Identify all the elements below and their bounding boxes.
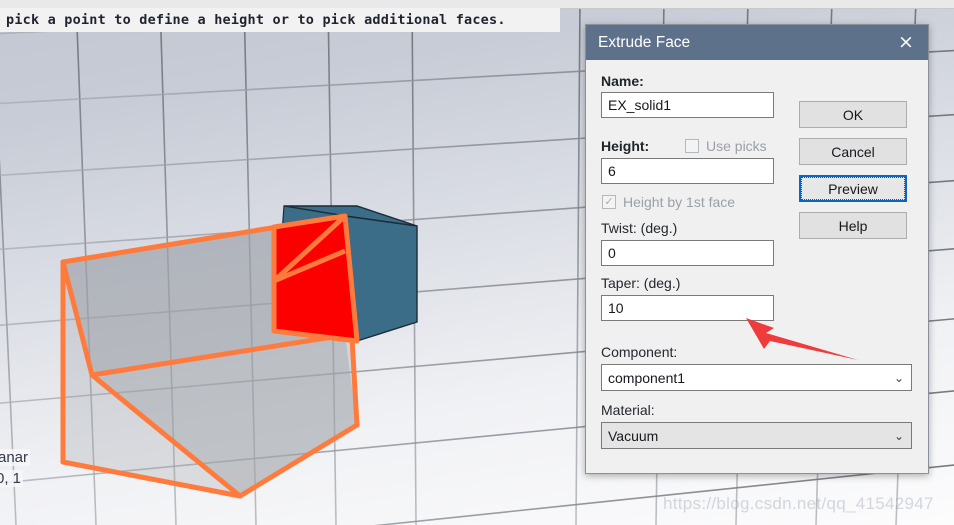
component-value: component1	[608, 369, 686, 386]
twist-label: Twist: (deg.)	[601, 220, 678, 236]
material-dropdown[interactable]: Vacuum ⌄	[601, 422, 912, 449]
red-selected-face	[271, 213, 360, 344]
material-value: Vacuum	[608, 427, 659, 444]
checkbox-checked-icon: ✓	[602, 195, 616, 209]
preview-button[interactable]: Preview	[799, 175, 907, 202]
taper-input[interactable]: 10	[601, 295, 774, 321]
chevron-down-icon: ⌄	[893, 428, 904, 443]
chevron-down-icon: ⌄	[893, 370, 904, 385]
cancel-button[interactable]: Cancel	[799, 138, 907, 165]
status-bar-text: pick a point to define a height or to pi…	[6, 12, 506, 28]
twist-input[interactable]: 0	[601, 240, 774, 266]
height-label: Height:	[601, 138, 650, 154]
help-button[interactable]: Help	[799, 212, 907, 239]
height-input[interactable]: 6	[601, 158, 774, 184]
preview-button-label: Preview	[801, 177, 905, 200]
ok-button[interactable]: OK	[799, 101, 907, 128]
component-dropdown[interactable]: component1 ⌄	[601, 364, 912, 391]
material-label: Material:	[601, 402, 655, 418]
name-input[interactable]: EX_solid1	[601, 92, 774, 118]
viewport-label-planar: anar	[0, 449, 31, 466]
height-by-first-face-label: Height by 1st face	[623, 194, 736, 210]
name-label: Name:	[601, 73, 644, 89]
status-bar: pick a point to define a height or to pi…	[0, 8, 560, 32]
dialog-title: Extrude Face	[598, 33, 691, 51]
use-picks-checkbox[interactable]: Use picks	[685, 138, 767, 154]
taper-label: Taper: (deg.)	[601, 275, 681, 291]
dialog-title-bar[interactable]: Extrude Face ×	[586, 25, 928, 60]
component-label: Component:	[601, 344, 678, 360]
height-by-first-face-checkbox[interactable]: ✓ Height by 1st face	[602, 194, 735, 210]
viewport-label-coords: 0, 1	[0, 470, 24, 487]
use-picks-label: Use picks	[706, 138, 767, 154]
close-icon[interactable]: ×	[890, 28, 922, 58]
extrude-face-dialog[interactable]: Extrude Face × Name: EX_solid1 Height: U…	[585, 24, 929, 474]
dialog-body: Name: EX_solid1 Height: Use picks 6 ✓ He…	[586, 60, 928, 474]
checkbox-box-icon	[685, 139, 699, 153]
screenshot-root: pick a point to define a height or to pi…	[0, 0, 954, 525]
